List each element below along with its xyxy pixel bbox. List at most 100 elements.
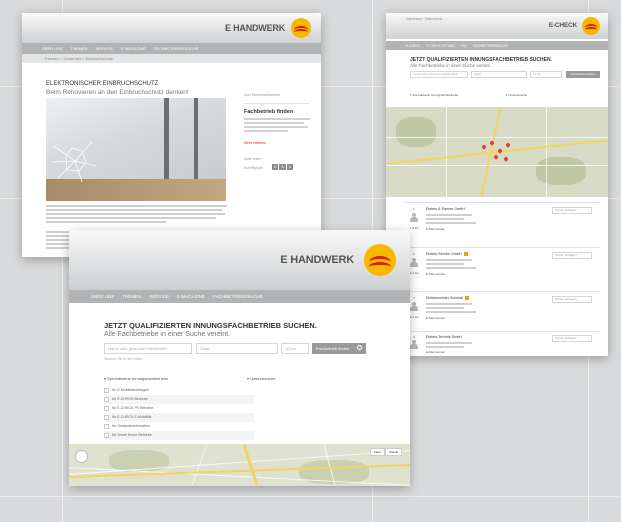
checkbox-icon[interactable] (104, 423, 109, 429)
radius-select[interactable]: 10 km (530, 71, 562, 78)
result-action-select[interactable]: Termin anfragen (552, 335, 592, 342)
map-type-map-button[interactable]: Karte (369, 448, 385, 456)
main-nav: ÜBER UNS THEMEN SERVICE E-MAGAZINE FACHB… (22, 43, 321, 54)
nav-item-ueber-uns[interactable]: ÜBER UNS (91, 294, 114, 299)
nav-item-fachbetriebssuche[interactable]: FACHBETRIEBSSUCHE (473, 44, 508, 48)
nav-item-fachbetriebssuche[interactable]: FACHBETRIEBSSUCHE (154, 46, 198, 51)
location-input[interactable]: Stadt (471, 71, 527, 78)
filter-option[interactable]: für E-CHECK Betriebe (104, 395, 254, 404)
map-type-switch: Karte Satellit (369, 448, 402, 456)
result-email-link[interactable]: E-Mail senden (426, 272, 445, 276)
screenshot-echeck-results: Impressum · Datenschutz E-CHECK E-CHECK … (386, 13, 608, 356)
person-icon (410, 213, 418, 224)
search-title: JETZT QUALIFIZIERTEN INNUNGSFACHBETRIEB … (104, 321, 317, 330)
nav-item-echeck[interactable]: E-CHECK (406, 44, 420, 48)
result-email-link[interactable]: E-Mail senden (426, 316, 445, 320)
filter-option-label: für E-CHECK E-Mobilität (112, 415, 152, 419)
font-size-medium-button[interactable]: A (279, 164, 286, 170)
result-action-select[interactable]: Termin anfragen (552, 252, 592, 259)
article-hero-image (46, 98, 226, 201)
breadcrumb[interactable]: Themen > Sicherheit > Einbruchschutz (22, 54, 321, 63)
result-number: 4 (413, 335, 415, 339)
nav-item-e-magazine[interactable]: E-MAGAZINE (177, 294, 205, 299)
sidebar-link[interactable]: Zum Elektrofachbetrieb (244, 93, 280, 97)
result-name[interactable]: Elektro & Partner GmbH (426, 207, 465, 211)
filter-radius-label: Umkreissuche (250, 376, 276, 381)
filter-specialized-label: Spezialisierte Innungsfachbetriebe (107, 376, 169, 381)
pan-control-icon[interactable] (75, 450, 88, 463)
nav-item-service[interactable]: SERVICE (96, 46, 114, 51)
e-handwerk-logo-icon[interactable] (364, 244, 396, 276)
person-icon (410, 340, 418, 351)
checkbox-icon[interactable] (104, 405, 109, 411)
font-size-large-button[interactable]: A (286, 164, 294, 170)
filter-specialized-toggle[interactable]: ▾ Spezialisierte Innungsfachbetriebe (104, 376, 168, 381)
result-number: 1 (413, 207, 415, 211)
result-name-text: Elektro-Technik GmbH (426, 335, 462, 339)
result-name[interactable]: Elektro-Technik GmbH (426, 335, 462, 339)
nav-item-faq[interactable]: FAQ (461, 44, 467, 48)
sidebar-more-link[interactable]: Mehr erfahren (244, 141, 266, 145)
nav-item-themen[interactable]: THEMEN (122, 294, 141, 299)
site-header: E HANDWERK (69, 230, 410, 290)
person-icon (410, 302, 418, 313)
e-handwerk-logo-icon[interactable] (582, 17, 600, 35)
filter-option[interactable]: für E-Mobilitätsanlagen (104, 386, 254, 395)
result-name-text: Elektro Service GmbH (426, 252, 462, 256)
result-name-text: Elektromeister Schmidt (426, 296, 463, 300)
search-input[interactable]: Name oder gesuchte Fachbetrieb (104, 343, 192, 354)
search-subtitle: Alle Fachbetriebe in einer Suche vereint… (104, 331, 231, 338)
share-link[interactable]: Seite teilen (244, 157, 261, 161)
header-links[interactable]: Impressum · Datenschutz (406, 17, 442, 21)
nav-item-themen[interactable]: THEMEN (71, 46, 88, 51)
filter-radius-label: Umkreissuche (508, 93, 528, 97)
certified-badge-icon (463, 252, 468, 257)
result-name[interactable]: Elektromeister Schmidt (426, 296, 469, 301)
filter-option-label: für E-CHECK Betriebe (112, 397, 148, 401)
search-helper-text[interactable]: Suchen Sie in der Nähe (104, 357, 142, 361)
result-action-select[interactable]: Termin anfragen (552, 296, 592, 303)
search-input[interactable]: Name oder gesuchte Fachbetrieb (410, 71, 468, 78)
checkbox-icon[interactable] (104, 414, 109, 420)
filter-option[interactable]: für E-CHECK E-Mobilität (104, 413, 254, 422)
radius-select[interactable]: 10 km (281, 343, 309, 354)
checkbox-icon[interactable] (104, 387, 109, 393)
filter-option[interactable]: für Smart Home Betriebe (104, 431, 254, 440)
screenshot-search-page: E HANDWERK ÜBER UNS THEMEN SERVICE E-MAG… (69, 230, 410, 486)
result-action-select[interactable]: Termin anfragen (552, 207, 592, 214)
map-type-satellite-button[interactable]: Satellit (384, 448, 402, 456)
result-name[interactable]: Elektro Service GmbH (426, 252, 468, 257)
location-input[interactable]: Stadt (196, 343, 278, 354)
article-title: ELEKTRONISCHER EINBRUCHSCHUTZ (46, 81, 159, 87)
site-header: Impressum · Datenschutz E-CHECK (386, 13, 608, 39)
brand-name: E HANDWERK (225, 23, 285, 33)
filter-specialized-label: Spezialisierte Innungsfachbetriebe (412, 93, 459, 97)
results-map[interactable] (386, 107, 608, 197)
filter-radius-toggle[interactable]: ▾ Umkreissuche (247, 376, 275, 381)
sidebar-divider (244, 103, 310, 104)
site-header: E HANDWERK (22, 13, 321, 43)
search-button[interactable]: Fachbetrieb finden (312, 343, 366, 354)
result-email-link[interactable]: E-Mail senden (426, 227, 445, 231)
font-size-buttons: A A A (272, 164, 294, 170)
filter-option[interactable]: für Gebäudeautomation (104, 422, 254, 431)
filter-radius-toggle[interactable]: ▾ Umkreissuche (506, 93, 527, 97)
e-handwerk-logo-icon[interactable] (291, 18, 311, 38)
sidebar-heading: Fachbetrieb finden (244, 109, 294, 115)
nav-item-fachbetriebssuche[interactable]: FACHBETRIEBSSUCHE (213, 294, 263, 299)
search-button[interactable]: Fachbetrieb finden (566, 71, 600, 78)
font-size-small-button[interactable]: A (272, 164, 279, 170)
result-number: 3 (413, 296, 415, 300)
nav-item-echeck-ist-was[interactable]: E-CHECK IST WAS (426, 44, 454, 48)
filter-specialized-toggle[interactable]: ▾ Spezialisierte Innungsfachbetriebe (410, 93, 458, 97)
result-email-link[interactable]: E-Mail senden (426, 350, 445, 354)
checkbox-icon[interactable] (104, 432, 109, 438)
broken-glass-icon (52, 141, 97, 183)
search-map[interactable]: Karte Satellit (69, 444, 410, 486)
nav-item-e-magazine[interactable]: E-MAGAZINE (121, 46, 146, 51)
nav-item-ueber-uns[interactable]: ÜBER UNS (42, 46, 63, 51)
filter-option[interactable]: für E-CHECK PV Betriebe (104, 404, 254, 413)
nav-item-service[interactable]: SERVICE (149, 294, 169, 299)
screenshot-article-page: E HANDWERK ÜBER UNS THEMEN SERVICE E-MAG… (22, 13, 321, 257)
checkbox-icon[interactable] (104, 396, 109, 402)
